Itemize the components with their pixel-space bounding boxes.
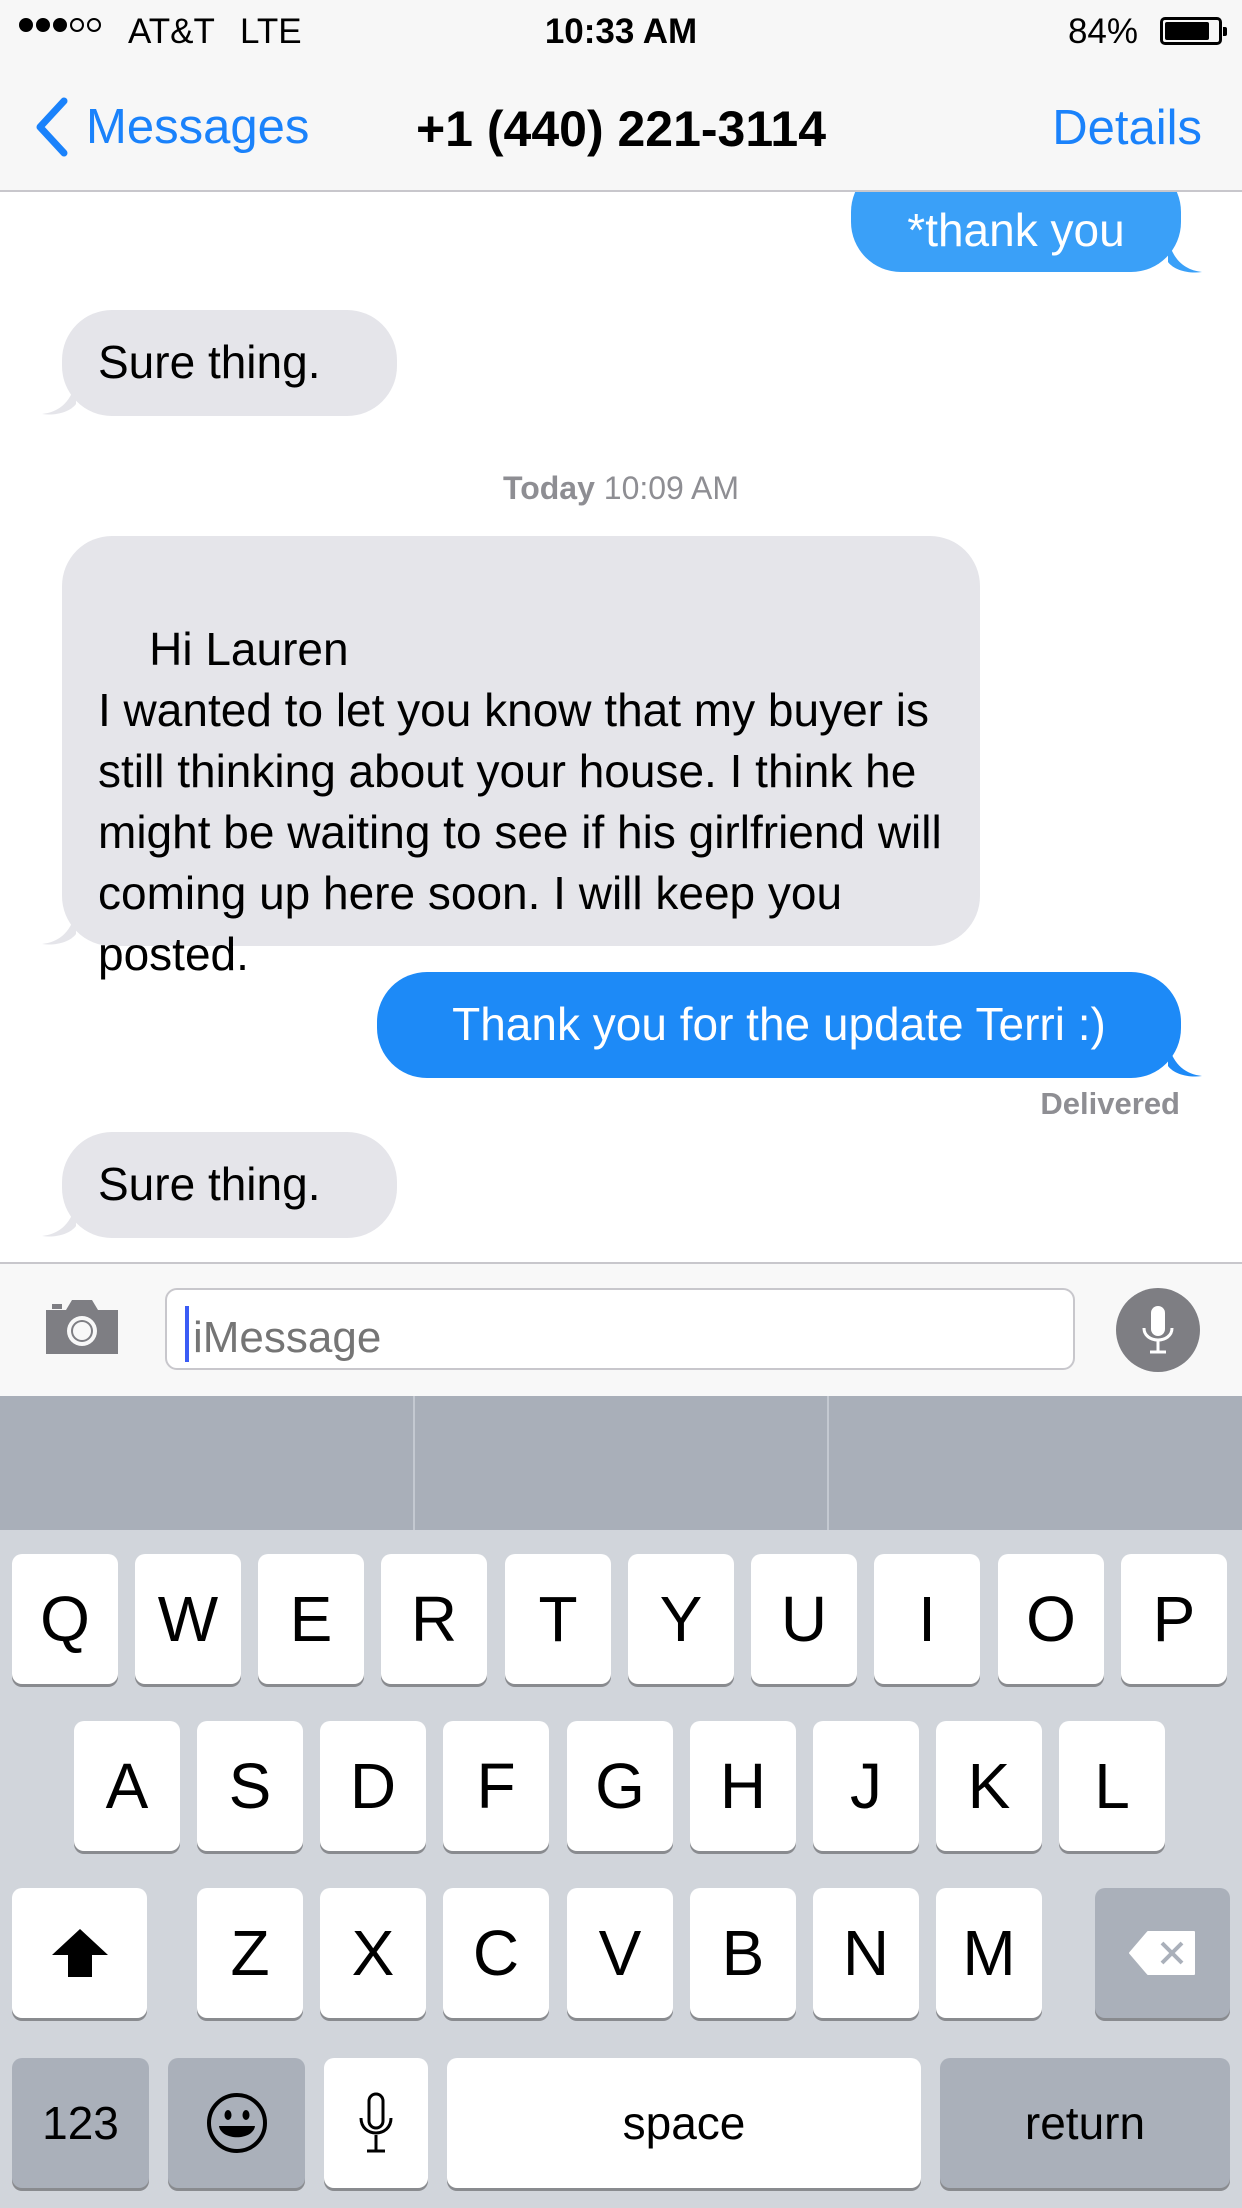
status-time: 10:33 AM	[544, 12, 698, 51]
bubble-tail	[1168, 1044, 1202, 1077]
delete-backspace-icon	[1128, 1931, 1195, 1975]
battery-fill	[1165, 22, 1209, 40]
battery-icon	[1160, 17, 1227, 45]
key-a[interactable]: A	[74, 1721, 180, 1851]
incoming-message-bubble[interactable]: Sure thing.	[62, 310, 397, 416]
key-q[interactable]: Q	[12, 1554, 118, 1684]
navigation-bar: Messages +1 (440) 221-3114 Details	[0, 62, 1242, 192]
key-h[interactable]: H	[690, 1721, 796, 1851]
key-y[interactable]: Y	[628, 1554, 734, 1684]
predictive-suggestion-bar	[0, 1396, 1242, 1530]
message-text: Thank you for the update Terri :)	[452, 998, 1106, 1050]
status-bar: AT&T LTE 10:33 AM 84%	[0, 0, 1242, 62]
delete-key[interactable]	[1095, 1888, 1230, 2018]
outgoing-message-bubble[interactable]: Thank you for the update Terri :)	[377, 972, 1181, 1078]
key-x[interactable]: X	[320, 1888, 426, 2018]
key-r[interactable]: R	[381, 1554, 487, 1684]
keyboard: Q W E R T Y U I O P A S D F G H J K L Z …	[0, 1530, 1242, 2208]
key-o[interactable]: O	[998, 1554, 1104, 1684]
message-text: Sure thing.	[98, 336, 321, 388]
text-cursor	[185, 1306, 189, 1362]
key-g[interactable]: G	[567, 1721, 673, 1851]
camera-icon[interactable]	[42, 1296, 122, 1358]
key-d[interactable]: D	[320, 1721, 426, 1851]
suggestion-slot[interactable]	[415, 1396, 830, 1530]
delivered-status: Delivered	[1040, 1086, 1180, 1121]
key-t[interactable]: T	[505, 1554, 611, 1684]
emoji-icon	[206, 2093, 267, 2153]
key-b[interactable]: B	[690, 1888, 796, 2018]
key-c[interactable]: C	[443, 1888, 549, 2018]
message-text: *thank you	[907, 204, 1125, 256]
key-n[interactable]: N	[813, 1888, 919, 2018]
key-k[interactable]: K	[936, 1721, 1042, 1851]
suggestion-slot[interactable]	[829, 1396, 1242, 1530]
bubble-tail	[42, 382, 76, 415]
microphone-button[interactable]	[1116, 1288, 1200, 1372]
suggestion-slot[interactable]	[0, 1396, 415, 1530]
shift-icon	[51, 1929, 108, 1977]
key-l[interactable]: L	[1059, 1721, 1165, 1851]
return-key[interactable]: return	[940, 2058, 1230, 2188]
incoming-message-bubble[interactable]: Sure thing.	[62, 1132, 397, 1238]
key-e[interactable]: E	[258, 1554, 364, 1684]
key-u[interactable]: U	[751, 1554, 857, 1684]
dictation-key[interactable]	[324, 2058, 428, 2188]
key-i[interactable]: I	[874, 1554, 980, 1684]
key-w[interactable]: W	[135, 1554, 241, 1684]
key-s[interactable]: S	[197, 1721, 303, 1851]
bubble-tail	[42, 912, 76, 945]
key-m[interactable]: M	[936, 1888, 1042, 2018]
key-p[interactable]: P	[1121, 1554, 1227, 1684]
battery-cap	[1223, 27, 1227, 36]
bubble-tail	[42, 1204, 76, 1237]
conversation-thread: *thank you Sure thing. Today 10:09 AM Hi…	[0, 192, 1242, 1262]
message-text: Hi Lauren I wanted to let you know that …	[98, 623, 942, 980]
incoming-message-bubble[interactable]: Hi Lauren I wanted to let you know that …	[62, 536, 980, 980]
message-input-bar	[0, 1262, 1242, 1396]
message-text: Sure thing.	[98, 1158, 321, 1210]
key-f[interactable]: F	[443, 1721, 549, 1851]
message-timestamp: Today 10:09 AM	[0, 470, 1242, 507]
outgoing-message-bubble[interactable]: *thank you	[851, 192, 1181, 272]
bubble-tail	[1168, 240, 1202, 273]
key-z[interactable]: Z	[197, 1888, 303, 2018]
shift-key[interactable]	[12, 1888, 147, 2018]
space-key[interactable]: space	[447, 2058, 921, 2188]
key-v[interactable]: V	[567, 1888, 673, 2018]
timestamp-time: 10:09 AM	[603, 470, 739, 506]
microphone-icon	[1142, 1306, 1174, 1354]
key-j[interactable]: J	[813, 1721, 919, 1851]
emoji-key[interactable]	[168, 2058, 305, 2188]
timestamp-day: Today	[503, 470, 595, 506]
numbers-key[interactable]: 123	[12, 2058, 149, 2188]
battery-percent: 84%	[1067, 12, 1138, 51]
details-button[interactable]: Details	[1052, 100, 1202, 156]
dictation-icon	[359, 2092, 393, 2153]
imessage-input[interactable]	[165, 1288, 1075, 1370]
